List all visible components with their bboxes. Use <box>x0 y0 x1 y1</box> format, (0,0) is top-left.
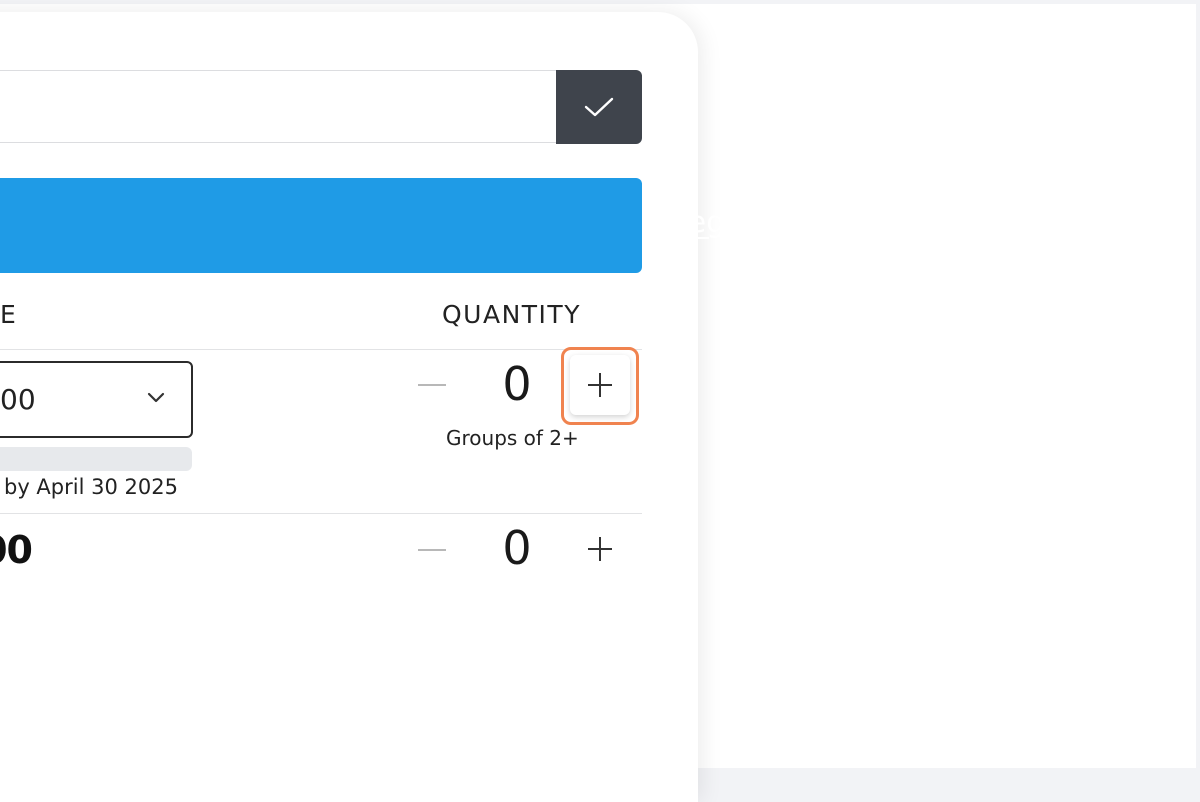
row-divider <box>0 513 642 514</box>
apply-code-button[interactable] <box>556 70 642 144</box>
quantity-column-header: QUANTITY <box>442 300 581 329</box>
header-divider <box>0 349 642 350</box>
decrease-quantity-button[interactable] <box>418 549 446 551</box>
register-individual-link[interactable]: Register as an individual instead <box>669 205 1152 239</box>
group-registration-banner <box>0 178 642 273</box>
ticket-quantity-value: 0 <box>502 357 532 411</box>
decrease-quantity-button[interactable] <box>418 384 446 386</box>
ticket-price: 00 <box>0 528 33 572</box>
price-option-value: 00 <box>0 383 36 416</box>
group-size-note: Groups of 2+ <box>446 426 579 450</box>
ticket-quantity-value: 0 <box>502 521 532 575</box>
ticket-info-bar <box>0 447 192 471</box>
chevron-down-icon <box>147 392 165 403</box>
price-column-header: E <box>0 300 18 329</box>
ticket-deadline: by April 30 2025 <box>4 475 178 499</box>
focus-highlight <box>561 347 639 425</box>
plus-icon <box>588 537 612 561</box>
check-icon <box>584 97 614 117</box>
increase-quantity-button[interactable] <box>570 519 630 579</box>
promo-code-input[interactable] <box>0 70 556 143</box>
